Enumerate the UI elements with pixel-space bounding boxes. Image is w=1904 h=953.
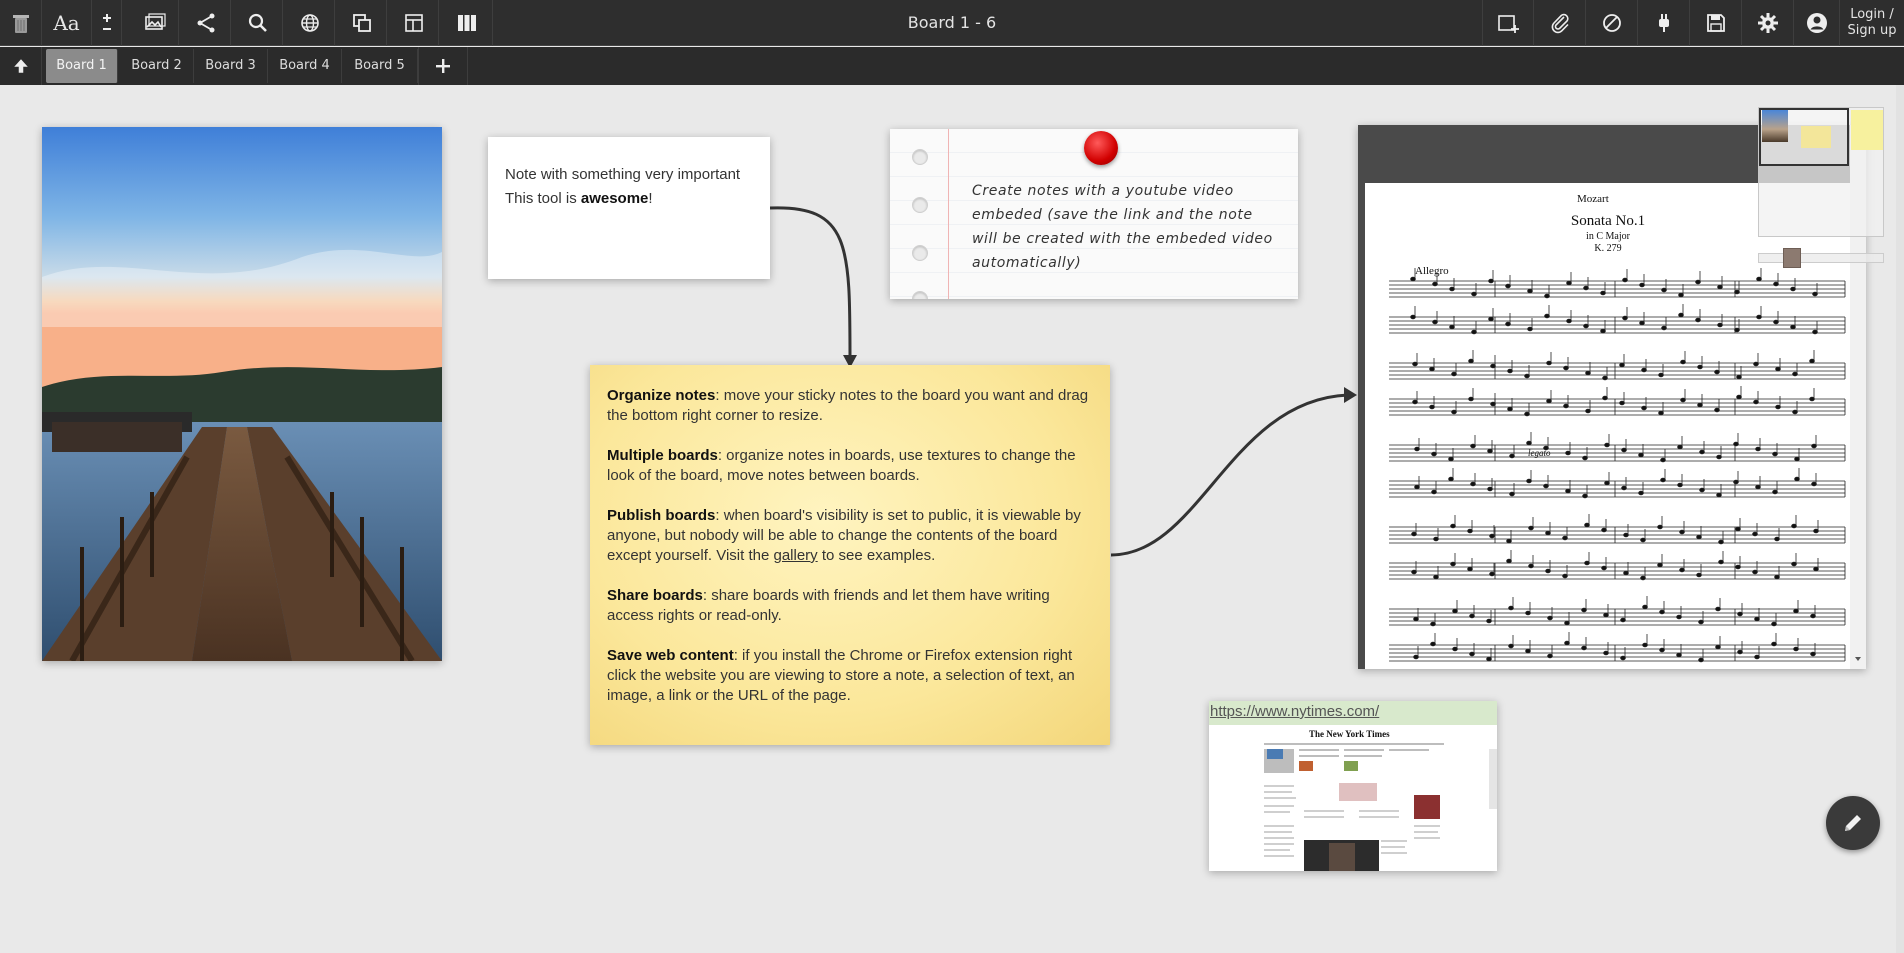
section-publish: Publish boards: when board's visibility …	[607, 507, 1081, 564]
trash-button[interactable]	[0, 0, 42, 46]
tab-board-2[interactable]: Board 2	[120, 49, 194, 83]
youtube-info-note[interactable]: Create notes with a youtube video embede…	[890, 129, 1298, 299]
web-thumbnail: The New York Times	[1209, 725, 1497, 871]
arrow-yellow-to-music	[1110, 393, 1349, 557]
paper-note-text: Create notes with a youtube video embede…	[972, 183, 1273, 271]
save-button[interactable]	[1690, 0, 1742, 46]
scroll-down-icon	[1855, 657, 1861, 661]
search-icon	[248, 13, 267, 32]
add-board-button[interactable]	[418, 47, 468, 85]
paper-hole	[912, 149, 928, 165]
account-button[interactable]	[1794, 0, 1840, 46]
globe-icon	[300, 14, 319, 32]
zoom-button[interactable]	[92, 0, 122, 46]
arrow-up-icon	[13, 59, 28, 73]
signup-label: Sign up	[1847, 23, 1897, 38]
copy-board-icon	[352, 14, 371, 32]
minimap-yellow	[1801, 126, 1831, 148]
login-label: Login /	[1850, 7, 1894, 22]
pushpin-icon	[1084, 131, 1118, 165]
add-image-button[interactable]	[129, 0, 179, 46]
web-clip-note[interactable]: https://www.nytimes.com/ The New York Ti…	[1209, 701, 1497, 871]
add-note-icon	[1498, 15, 1519, 33]
globe-button[interactable]	[285, 0, 335, 46]
zoom-slider-track[interactable]	[1758, 253, 1884, 263]
section-organize: Organize notes: move your sticky notes t…	[607, 387, 1089, 424]
note-text-line2: This tool is awesome!	[505, 190, 653, 207]
shape-icon	[1602, 14, 1621, 32]
arrow-white-to-yellow	[769, 206, 852, 361]
section-share: Share boards: share boards with friends …	[607, 587, 1050, 624]
paper-hole	[912, 197, 928, 213]
instructions-sticky-note[interactable]: Organize notes: move your sticky notes t…	[590, 365, 1110, 745]
add-note-button[interactable]	[1482, 0, 1534, 46]
layout-icon	[404, 14, 423, 32]
web-page-preview	[1264, 743, 1497, 871]
home-button[interactable]	[0, 47, 42, 85]
section-save-web: Save web content: if you install the Chr…	[607, 647, 1075, 704]
text-style-icon: Aa	[53, 11, 80, 35]
plugin-button[interactable]	[1638, 0, 1690, 46]
top-toolbar: Aa Board 1 - 6 Login / Sign up	[0, 0, 1904, 46]
paper-margin-line	[948, 129, 949, 299]
pencil-icon	[1845, 815, 1861, 831]
share-icon	[197, 13, 214, 33]
arrow-head-right	[1344, 387, 1357, 403]
minimap-photo	[1762, 110, 1788, 142]
shape-button[interactable]	[1586, 0, 1638, 46]
plugin-icon	[1658, 14, 1669, 32]
layout-button[interactable]	[389, 0, 439, 46]
section-multiple-boards: Multiple boards: organize notes in board…	[607, 447, 1076, 484]
important-note[interactable]: Note with something very important This …	[488, 137, 770, 279]
tab-board-3[interactable]: Board 3	[194, 49, 268, 83]
tab-board-1[interactable]: Board 1	[46, 49, 118, 83]
plus-icon	[436, 59, 450, 73]
zoom-plus-minus-icon	[102, 14, 111, 30]
save-icon	[1706, 14, 1725, 32]
board-tab-bar: Board 1 Board 2 Board 3 Board 4 Board 5	[0, 47, 1904, 85]
minimap-right-note	[1851, 110, 1883, 150]
tab-board-5[interactable]: Board 5	[342, 49, 418, 83]
edit-fab-button[interactable]	[1826, 796, 1880, 850]
search-button[interactable]	[233, 0, 283, 46]
board-canvas: Note with something very important This …	[0, 85, 1904, 953]
settings-button[interactable]	[1742, 0, 1794, 46]
paper-hole	[912, 291, 928, 299]
copy-board-button[interactable]	[337, 0, 387, 46]
share-button[interactable]	[181, 0, 231, 46]
login-signup-link[interactable]: Login / Sign up	[1840, 0, 1904, 46]
pier-photo-note[interactable]	[42, 127, 442, 661]
trash-icon	[12, 15, 29, 33]
paperclip-icon	[1551, 13, 1569, 34]
text-style-button[interactable]: Aa	[42, 0, 92, 46]
tab-board-4[interactable]: Board 4	[268, 49, 342, 83]
gear-icon	[1757, 13, 1778, 33]
board-minimap[interactable]	[1758, 107, 1884, 237]
nytimes-link[interactable]: https://www.nytimes.com/	[1209, 701, 1497, 725]
pier-photo	[42, 127, 442, 661]
add-image-icon	[144, 13, 166, 30]
note-text-line1: Note with something very important	[505, 166, 741, 183]
columns-button[interactable]	[441, 0, 493, 46]
paper-hole	[912, 245, 928, 261]
user-icon	[1806, 13, 1827, 33]
zoom-slider-thumb[interactable]	[1783, 248, 1801, 268]
gallery-link[interactable]: gallery	[773, 547, 817, 564]
attach-button[interactable]	[1534, 0, 1586, 46]
columns-icon	[457, 15, 476, 31]
